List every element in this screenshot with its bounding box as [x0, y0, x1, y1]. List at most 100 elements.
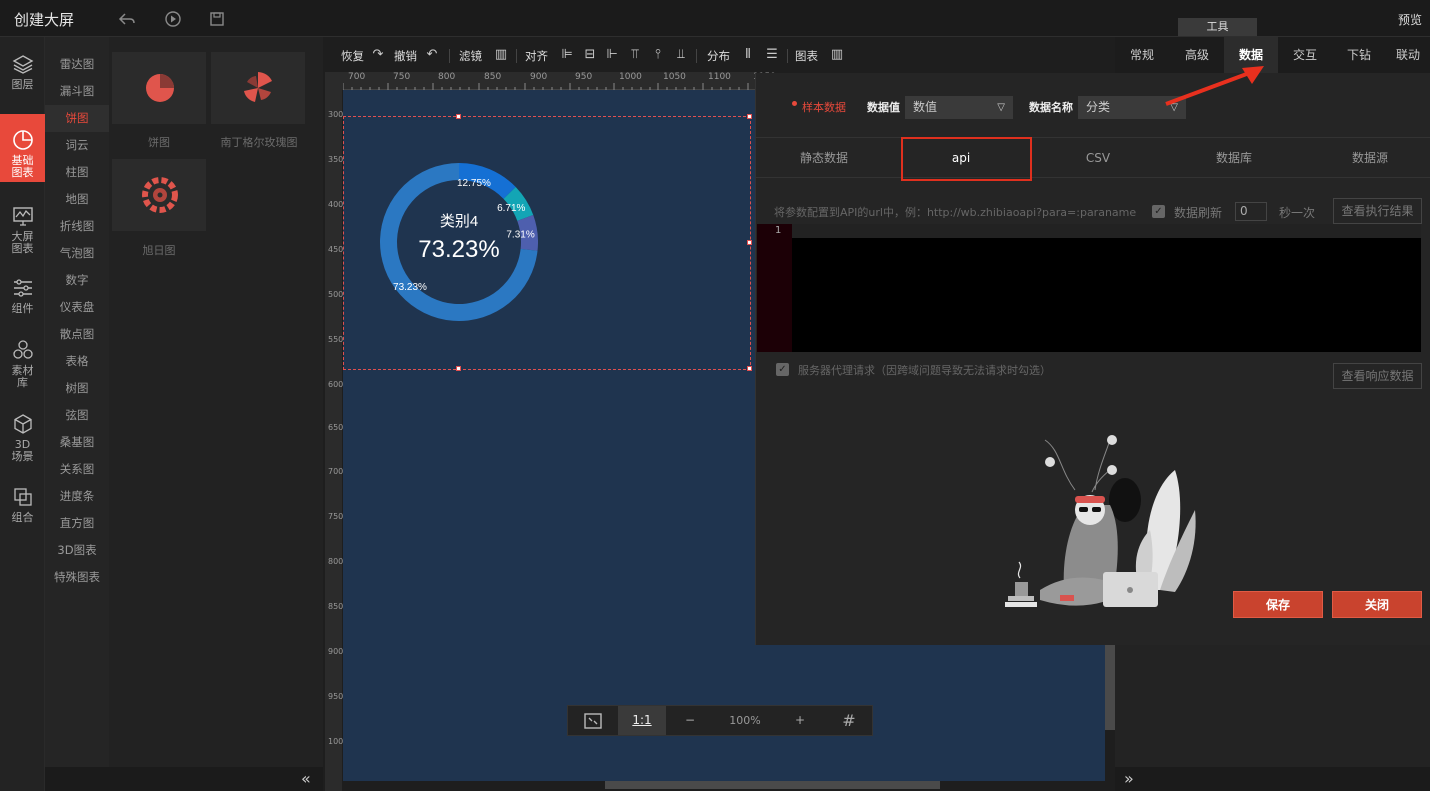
category-item[interactable]: 折线图: [45, 213, 109, 240]
fit-screen-icon[interactable]: [568, 706, 618, 735]
category-item[interactable]: 气泡图: [45, 240, 109, 267]
category-item[interactable]: 弦图: [45, 402, 109, 429]
editor-active-line[interactable]: [792, 224, 1421, 238]
distribute-h-icon[interactable]: ⦀: [740, 47, 756, 63]
category-item[interactable]: 特殊图表: [45, 564, 109, 591]
align-right-icon[interactable]: ⊩: [604, 47, 620, 63]
chart-button[interactable]: 图表: [795, 48, 818, 64]
code-editor[interactable]: [757, 224, 1421, 352]
category-item[interactable]: 词云: [45, 132, 109, 159]
category-item[interactable]: 表格: [45, 348, 109, 375]
ruler-tick: 750: [328, 512, 344, 521]
preview-button[interactable]: 预览: [1398, 11, 1422, 28]
save-button[interactable]: 保存: [1233, 591, 1323, 618]
rail-layers[interactable]: 图层: [0, 53, 45, 91]
rail-materials[interactable]: 素材库: [0, 339, 45, 389]
bar-chart-icon[interactable]: ▥: [493, 47, 509, 63]
save-icon[interactable]: [208, 10, 226, 28]
category-item[interactable]: 树图: [45, 375, 109, 402]
tool-tab[interactable]: 工具: [1178, 18, 1257, 36]
category-item[interactable]: 关系图: [45, 456, 109, 483]
ruler-tick: 400: [328, 200, 344, 209]
align-bottom-icon[interactable]: ⫫: [673, 47, 689, 63]
tab-interaction[interactable]: 交互: [1278, 37, 1332, 73]
proxy-label: 服务器代理请求（因跨域问题导致无法请求时勾选）: [798, 364, 1051, 377]
empty-state-illustration-icon: [1005, 435, 1196, 607]
vertical-scrollbar[interactable]: [1105, 645, 1115, 730]
resize-handle[interactable]: [747, 366, 752, 371]
align-middle-icon[interactable]: ⫯: [650, 47, 666, 63]
ruler-tick: 800: [438, 72, 456, 82]
data-value-select[interactable]: 数值 ▽: [905, 96, 1013, 119]
align-center-icon[interactable]: ⊟: [582, 47, 598, 63]
ruler-tick: 650: [328, 423, 344, 432]
zoom-in-button[interactable]: +: [776, 706, 824, 735]
view-result-button[interactable]: 查看执行结果: [1333, 198, 1422, 224]
thumb-sunburst[interactable]: [112, 159, 206, 231]
undo-button[interactable]: 撤销: [394, 48, 417, 64]
editor-toolbar: 恢复 ↷ 撤销 ↶ 滤镜 ▥ 对齐 ⊫ ⊟ ⊩ ⫪ ⫯ ⫫ 分布 ⦀ ☰ 图表 …: [335, 43, 1120, 69]
ruler-tick: 1100: [708, 72, 731, 82]
tab-linkage[interactable]: 联动: [1386, 37, 1430, 73]
view-response-button[interactable]: 查看响应数据: [1333, 363, 1422, 389]
resize-handle[interactable]: [456, 114, 461, 119]
zoom-value: 100%: [729, 714, 761, 727]
chart-icon[interactable]: ▥: [829, 47, 845, 63]
distribute-button[interactable]: 分布: [707, 48, 730, 64]
grid-toggle-icon[interactable]: #: [824, 706, 874, 735]
subtab-database[interactable]: 数据库: [1174, 138, 1294, 178]
donut-chart[interactable]: 类别4 73.23% 12.75% 6.71% 7.31% 73.23%: [380, 163, 538, 321]
proxy-checkbox[interactable]: ✓: [776, 363, 789, 376]
align-left-icon[interactable]: ⊫: [559, 47, 575, 63]
ruler-tick: 900: [328, 647, 344, 656]
thumb-pie[interactable]: [112, 52, 206, 124]
rail-screen-charts[interactable]: 大屏图表: [0, 205, 45, 255]
sample-data-link[interactable]: 样本数据: [802, 99, 846, 115]
resize-handle[interactable]: [456, 366, 461, 371]
category-item[interactable]: 进度条: [45, 483, 109, 510]
subtab-static[interactable]: 静态数据: [764, 138, 884, 178]
api-hint: 将参数配置到API的url中，例：http://wb.zhibiaoapi?pa…: [774, 206, 1137, 219]
refresh-interval-input[interactable]: 0: [1235, 202, 1267, 221]
subtab-csv[interactable]: CSV: [1038, 138, 1158, 178]
refresh-checkbox[interactable]: ✓: [1152, 205, 1165, 218]
subtab-datasource[interactable]: 数据源: [1310, 138, 1430, 178]
one-to-one-button[interactable]: 1:1: [618, 706, 666, 735]
play-icon[interactable]: [164, 10, 182, 28]
category-item[interactable]: 漏斗图: [45, 78, 109, 105]
horizontal-scrollbar[interactable]: [605, 781, 940, 789]
align-top-icon[interactable]: ⫪: [627, 47, 643, 63]
resize-handle[interactable]: [747, 114, 752, 119]
back-icon[interactable]: [118, 10, 136, 28]
distribute-v-icon[interactable]: ☰: [764, 47, 780, 63]
category-item[interactable]: 散点图: [45, 321, 109, 348]
category-item[interactable]: 饼图: [45, 105, 109, 132]
align-button[interactable]: 对齐: [525, 48, 548, 64]
category-item[interactable]: 柱图: [45, 159, 109, 186]
category-item[interactable]: 直方图: [45, 510, 109, 537]
close-button[interactable]: 关闭: [1332, 591, 1422, 618]
chevron-down-icon: ▽: [997, 102, 1005, 113]
resize-handle[interactable]: [747, 240, 752, 245]
thumb-rose[interactable]: [211, 52, 305, 124]
category-item[interactable]: 地图: [45, 186, 109, 213]
undo-icon[interactable]: ↶: [424, 47, 440, 63]
category-item[interactable]: 数字: [45, 267, 109, 294]
category-item[interactable]: 桑基图: [45, 429, 109, 456]
collapse-left-icon[interactable]: «: [301, 769, 311, 788]
ruler-tick: 1000: [619, 72, 642, 82]
rail-basic-charts[interactable]: 基础图表: [0, 114, 45, 182]
collapse-right-icon[interactable]: »: [1124, 769, 1134, 788]
category-item[interactable]: 雷达图: [45, 51, 109, 78]
zoom-out-button[interactable]: −: [666, 706, 714, 735]
rail-group[interactable]: 组合: [0, 486, 45, 524]
redo-button[interactable]: 恢复: [341, 48, 364, 64]
redo-icon[interactable]: ↷: [370, 47, 386, 63]
rail-3d-scene[interactable]: 3D场景: [0, 413, 45, 463]
category-item[interactable]: 仪表盘: [45, 294, 109, 321]
rail-components[interactable]: 组件: [0, 277, 45, 315]
category-item[interactable]: 3D图表: [45, 537, 109, 564]
tab-drilldown[interactable]: 下钻: [1332, 37, 1386, 73]
editor-gutter: 1: [757, 224, 792, 352]
filter-button[interactable]: 滤镜: [459, 48, 482, 64]
